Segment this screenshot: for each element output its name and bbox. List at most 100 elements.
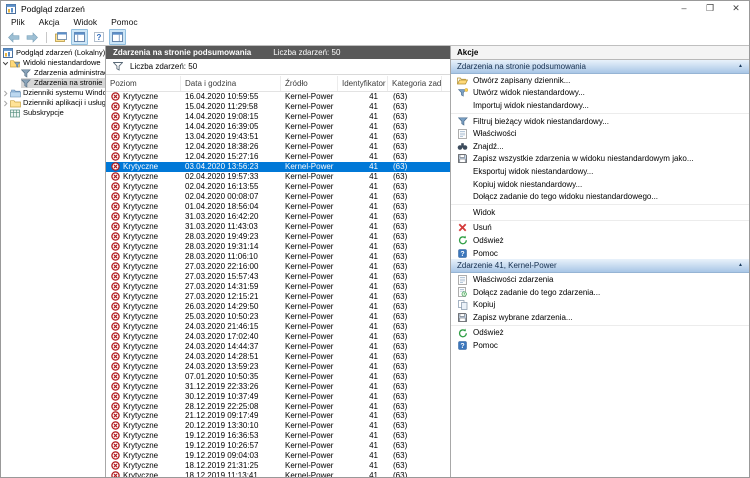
event-source-cell: Kernel-Power (281, 152, 338, 161)
column-header[interactable]: Data i godzina (181, 76, 281, 91)
maximize-button[interactable]: ❐ (697, 1, 723, 16)
event-row[interactable]: Krytyczne25.03.2020 10:50:23Kernel-Power… (106, 311, 450, 321)
event-row[interactable]: Krytyczne02.04.2020 16:13:55Kernel-Power… (106, 182, 450, 192)
event-row[interactable]: Krytyczne26.03.2020 14:29:50Kernel-Power… (106, 301, 450, 311)
action-item[interactable]: Kopiuj widok niestandardowy... (451, 178, 749, 191)
event-row[interactable]: Krytyczne14.04.2020 19:08:15Kernel-Power… (106, 112, 450, 122)
event-row[interactable]: Krytyczne01.04.2020 18:56:04Kernel-Power… (106, 202, 450, 212)
event-category-cell: (63) (388, 352, 450, 361)
action-item[interactable]: Znajdź... (451, 140, 749, 153)
event-row[interactable]: Krytyczne14.04.2020 16:39:05Kernel-Power… (106, 122, 450, 132)
action-item[interactable]: ?Pomoc (451, 247, 749, 260)
event-row[interactable]: Krytyczne24.03.2020 14:28:51Kernel-Power… (106, 351, 450, 361)
collapse-section-icon[interactable]: ▲ (738, 259, 743, 272)
action-item[interactable]: Utwórz widok niestandardowy... (451, 87, 749, 100)
event-row[interactable]: Krytyczne24.03.2020 17:02:40Kernel-Power… (106, 331, 450, 341)
action-item[interactable]: Dołącz zadanie do tego widoku niestandar… (451, 190, 749, 203)
event-id-cell: 41 (338, 421, 388, 430)
menu-widok[interactable]: Widok (67, 16, 105, 29)
event-row[interactable]: Krytyczne21.12.2019 09:17:49Kernel-Power… (106, 411, 450, 421)
action-item[interactable]: Zapisz wybrane zdarzenia... (451, 311, 749, 324)
collapse-section-icon[interactable]: ▲ (738, 60, 743, 73)
action-section-header[interactable]: Zdarzenie 41, Kernel-Power▲ (451, 259, 749, 273)
chevron-right-icon[interactable] (1, 100, 10, 107)
event-row[interactable]: Krytyczne18.12.2019 21:31:25Kernel-Power… (106, 461, 450, 471)
event-row[interactable]: Krytyczne19.12.2019 16:36:53Kernel-Power… (106, 431, 450, 441)
action-item[interactable]: Usuń (451, 222, 749, 235)
event-row[interactable]: Krytyczne28.12.2019 22:25:08Kernel-Power… (106, 401, 450, 411)
action-item[interactable]: Eksportuj widok niestandardowy... (451, 165, 749, 178)
action-item[interactable]: Dołącz zadanie do tego zdarzenia... (451, 286, 749, 299)
event-category-cell: (63) (388, 222, 450, 231)
tree-item[interactable]: Subskrypcje (1, 108, 105, 118)
event-id-cell: 41 (338, 112, 388, 121)
menu-akcja[interactable]: Akcja (32, 16, 67, 29)
action-item[interactable]: Otwórz zapisany dziennik... (451, 74, 749, 87)
action-item[interactable]: Odśwież (451, 234, 749, 247)
column-header[interactable]: Identyfikator z... (338, 76, 388, 91)
action-section-header[interactable]: Zdarzenia na stronie podsumowania▲ (451, 60, 749, 74)
close-button[interactable]: ✕ (723, 1, 749, 16)
critical-icon (111, 441, 120, 450)
action-item[interactable]: Zapisz wszystkie zdarzenia w widoku nies… (451, 153, 749, 166)
event-row[interactable]: Krytyczne28.03.2020 11:06:10Kernel-Power… (106, 252, 450, 262)
action-item[interactable]: ?Pomoc (451, 339, 749, 352)
event-row[interactable]: Krytyczne20.12.2019 13:30:10Kernel-Power… (106, 421, 450, 431)
menu-pomoc[interactable]: Pomoc (104, 16, 144, 29)
tree-item[interactable]: Dzienniki aplikacji i usług (1, 98, 105, 108)
event-row[interactable]: Krytyczne12.04.2020 15:27:16Kernel-Power… (106, 152, 450, 162)
event-row[interactable]: Krytyczne27.03.2020 14:31:59Kernel-Power… (106, 281, 450, 291)
event-row[interactable]: Krytyczne15.04.2020 11:29:58Kernel-Power… (106, 102, 450, 112)
event-row[interactable]: Krytyczne07.01.2020 10:50:35Kernel-Power… (106, 371, 450, 381)
event-row[interactable]: Krytyczne24.03.2020 13:59:23Kernel-Power… (106, 361, 450, 371)
event-row[interactable]: Krytyczne31.03.2020 11:43:03Kernel-Power… (106, 222, 450, 232)
event-row[interactable]: Krytyczne19.12.2019 10:26:57Kernel-Power… (106, 441, 450, 451)
chevron-right-icon[interactable] (1, 90, 10, 97)
tree-item[interactable]: Zdarzenia administracyjne (1, 68, 105, 78)
event-row[interactable]: Krytyczne31.03.2020 16:42:20Kernel-Power… (106, 212, 450, 222)
event-row[interactable]: Krytyczne27.03.2020 15:57:43Kernel-Power… (106, 271, 450, 281)
event-level-cell: Krytyczne (106, 402, 181, 411)
action-item[interactable]: Właściwości (451, 127, 749, 140)
action-item[interactable]: Kopiuj (451, 299, 749, 312)
tree-item[interactable]: Dzienniki systemu Windows (1, 88, 105, 98)
event-row[interactable]: Krytyczne24.03.2020 21:46:15Kernel-Power… (106, 321, 450, 331)
event-row[interactable]: Krytyczne28.03.2020 19:31:14Kernel-Power… (106, 242, 450, 252)
help-toolbar-button[interactable]: ? (90, 29, 107, 45)
event-row[interactable]: Krytyczne31.12.2019 22:33:26Kernel-Power… (106, 381, 450, 391)
action-item[interactable]: Odśwież (451, 327, 749, 340)
event-row[interactable]: Krytyczne24.03.2020 14:44:37Kernel-Power… (106, 341, 450, 351)
action-item[interactable]: Właściwości zdarzenia (451, 273, 749, 286)
column-header[interactable]: Kategoria zada... (388, 76, 442, 91)
event-row[interactable]: Krytyczne02.04.2020 00:08:07Kernel-Power… (106, 192, 450, 202)
event-row[interactable]: Krytyczne27.03.2020 22:16:00Kernel-Power… (106, 261, 450, 271)
minimize-button[interactable]: – (671, 1, 697, 16)
action-item[interactable]: Widok (451, 206, 749, 219)
event-row[interactable]: Krytyczne16.04.2020 10:59:55Kernel-Power… (106, 92, 450, 102)
action-item[interactable]: Importuj widok niestandardowy... (451, 99, 749, 112)
action-item[interactable]: Filtruj bieżący widok niestandardowy... (451, 115, 749, 128)
column-header[interactable]: Źródło (281, 76, 338, 91)
event-datetime-cell: 01.04.2020 18:56:04 (181, 202, 281, 211)
event-row[interactable]: Krytyczne13.04.2020 19:43:51Kernel-Power… (106, 132, 450, 142)
back-button[interactable] (5, 29, 22, 45)
tree-item[interactable]: Widoki niestandardowe (1, 58, 105, 68)
event-row[interactable]: Krytyczne27.03.2020 12:15:21Kernel-Power… (106, 291, 450, 301)
forward-button[interactable] (24, 29, 41, 45)
event-row[interactable]: Krytyczne18.12.2019 11:13:41Kernel-Power… (106, 471, 450, 477)
chevron-down-icon[interactable] (1, 60, 10, 67)
event-row[interactable]: Krytyczne12.04.2020 18:38:26Kernel-Power… (106, 142, 450, 152)
event-row[interactable]: Krytyczne19.12.2019 09:04:03Kernel-Power… (106, 451, 450, 461)
action-pane-toggle-button[interactable] (109, 29, 126, 45)
event-row[interactable]: Krytyczne02.04.2020 19:57:33Kernel-Power… (106, 172, 450, 182)
console-window-button[interactable] (52, 29, 69, 45)
column-header[interactable]: Poziom (106, 76, 181, 91)
event-source-cell: Kernel-Power (281, 411, 338, 420)
event-row[interactable]: Krytyczne28.03.2020 19:49:23Kernel-Power… (106, 232, 450, 242)
event-row[interactable]: Krytyczne30.12.2019 10:37:49Kernel-Power… (106, 391, 450, 401)
event-row[interactable]: Krytyczne03.04.2020 13:56:23Kernel-Power… (106, 162, 450, 172)
tree-item[interactable]: Zdarzenia na stronie pod (1, 78, 105, 88)
tree-item[interactable]: Podgląd zdarzeń (Lokalny) (1, 48, 105, 58)
show-tree-toggle-button[interactable] (71, 29, 88, 45)
menu-plik[interactable]: Plik (4, 16, 32, 29)
